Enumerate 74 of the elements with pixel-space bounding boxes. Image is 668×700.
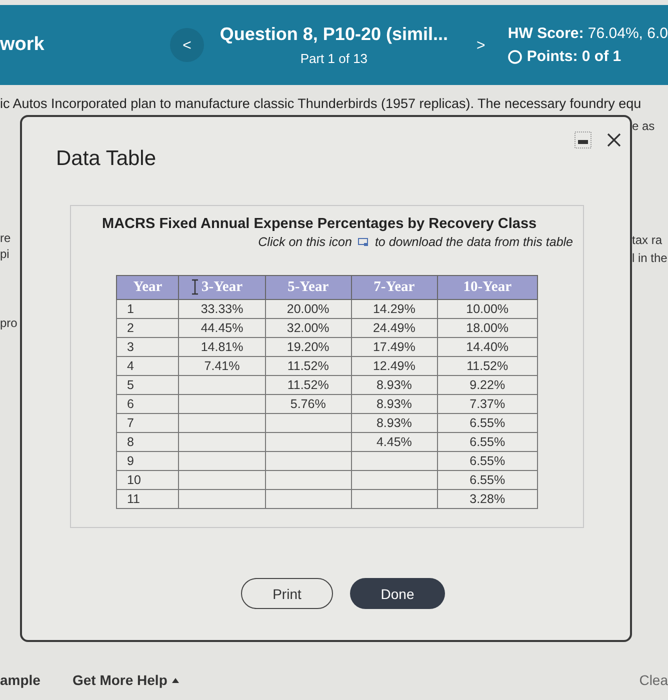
circle-icon [508, 50, 522, 64]
table-cell: 9 [116, 452, 179, 470]
text-fragment: e as [632, 119, 656, 133]
print-button[interactable]: Print [241, 578, 333, 609]
table-title: MACRS Fixed Annual Expense Percentages by Recovery Class [102, 216, 537, 232]
text-fragment: pro [0, 316, 18, 330]
table-cell: 9.22% [437, 376, 538, 394]
table-cell: 20.00% [265, 300, 352, 318]
question-title: Question 8, P10-20 (simil... [220, 24, 448, 45]
part-label: Part 1 of 13 [300, 51, 368, 66]
table-cell: 6.55% [437, 452, 538, 470]
table-cell: 8.93% [351, 414, 438, 432]
text-fragment: pi [0, 247, 10, 261]
table-cell: 4 [116, 356, 179, 376]
table-cell: 12.49% [351, 356, 438, 376]
table-cell: 24.49% [351, 318, 438, 338]
text-fragment: tax ra [632, 233, 664, 247]
table-cell: 6.55% [437, 414, 538, 432]
table-cell: 44.45% [178, 318, 266, 338]
table-cell: 11.52% [437, 356, 538, 376]
next-button[interactable]: > [464, 28, 498, 62]
table-cell: 8 [116, 432, 179, 452]
table-cell: 8.93% [351, 376, 438, 394]
caret-icon [172, 678, 180, 682]
download-hint: to download the data from this table [374, 235, 573, 249]
column-header: 10-Year [437, 276, 538, 300]
column-header: 7-Year [351, 276, 438, 300]
hw-score: HW Score: 76.04%, 6.0 [508, 25, 668, 42]
table-cell: 3.28% [437, 490, 538, 508]
previous-button[interactable]: < [170, 28, 204, 62]
column-header: 5-Year [265, 276, 352, 300]
table-cell: 14.40% [437, 338, 538, 356]
table-cell: 11.52% [265, 356, 352, 376]
text-fragment: re [0, 231, 12, 245]
footer-link[interactable]: Clea [639, 672, 668, 688]
table-cell: 7.37% [437, 394, 538, 414]
cursor-icon [191, 279, 200, 295]
table-cell: 11.52% [265, 376, 352, 394]
table-cell: 14.81% [178, 338, 266, 356]
table-cell: 3 [116, 338, 179, 356]
footer-link[interactable]: ample [0, 672, 40, 688]
table-cell: 6 [116, 394, 179, 414]
question-text: ic Autos Incorporated plan to manufacture classic Thunderbirds (1957 replicas). The necessary foundry equ [0, 97, 642, 111]
table-cell: 17.49% [351, 338, 438, 356]
table-cell: 7 [116, 414, 179, 432]
table-cell: 6.55% [437, 470, 538, 490]
column-header: Year [116, 276, 179, 300]
table-cell: 8.93% [351, 394, 438, 414]
table-cell: 1 [116, 300, 179, 318]
close-icon[interactable] [606, 132, 622, 148]
text-fragment: l in the [632, 251, 668, 265]
table-cell: 19.20% [265, 338, 352, 356]
column-header: 3-Year [178, 276, 266, 300]
points-label: Points: 0 of 1 [526, 48, 622, 65]
section-title: work [0, 34, 46, 56]
table-cell: 7.41% [178, 356, 266, 376]
download-hint: Click on this icon [258, 235, 352, 249]
table-cell: 33.33% [178, 300, 266, 318]
table-cell: 14.29% [351, 300, 438, 318]
table-cell: 2 [116, 318, 179, 338]
minimize-icon[interactable] [574, 131, 592, 149]
table-cell: 6.55% [437, 432, 538, 452]
table-cell: 5.76% [265, 394, 352, 414]
table-cell: 4.45% [351, 432, 438, 452]
get-more-help-link[interactable]: Get More Help [72, 672, 180, 688]
dialog-title: Data Table [56, 147, 158, 171]
table-cell: 18.00% [437, 318, 538, 338]
table-cell: 10 [116, 470, 179, 490]
table-cell: 11 [116, 490, 179, 508]
download-icon[interactable] [358, 238, 369, 246]
table-cell: 5 [116, 376, 179, 394]
table-cell: 32.00% [265, 318, 352, 338]
done-button[interactable]: Done [350, 578, 445, 609]
table-cell: 10.00% [437, 300, 538, 318]
